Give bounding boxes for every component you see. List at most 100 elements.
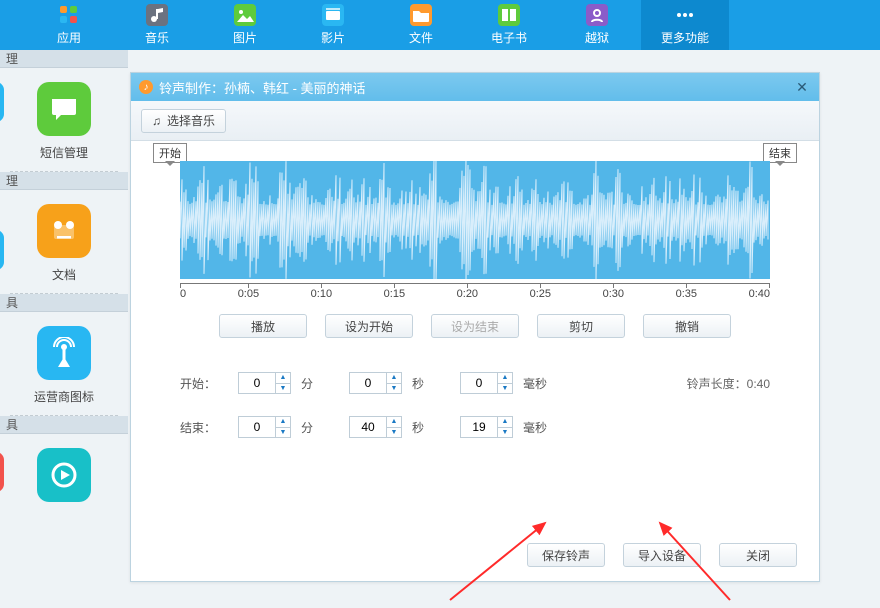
doc-icon (37, 204, 91, 258)
start-ms-input[interactable] (461, 373, 497, 393)
sidebar-group-label: 具 (0, 294, 128, 312)
tick: 0:30 (603, 288, 624, 300)
close-icon[interactable]: ✕ (793, 78, 811, 96)
tile-label: 文档 (52, 266, 76, 283)
end-sec-spinner[interactable]: ▲▼ (349, 416, 402, 438)
start-sec-spinner[interactable]: ▲▼ (349, 372, 402, 394)
spin-down-icon[interactable]: ▼ (498, 428, 512, 438)
end-min-spinner[interactable]: ▲▼ (238, 416, 291, 438)
save-ringtone-button[interactable]: 保存铃声 (527, 543, 605, 567)
close-button[interactable]: 关闭 (719, 543, 797, 567)
video-icon (322, 4, 344, 26)
nav-label: 应用 (57, 29, 81, 46)
unit-ms: 毫秒 (523, 419, 561, 436)
tile-label: 运营商图标 (34, 388, 94, 405)
tick: 0:05 (238, 288, 259, 300)
waveform[interactable] (180, 161, 770, 279)
dialog-title: 铃声制作：孙楠、韩红 - 美丽的神话 (159, 78, 366, 97)
nav-ebook[interactable]: 电子书 (465, 0, 553, 50)
play-button[interactable]: 播放 (219, 314, 307, 338)
tick: 0:35 (676, 288, 697, 300)
end-marker[interactable]: 结束 (763, 143, 797, 163)
set-end-button[interactable]: 设为结束 (431, 314, 519, 338)
spin-down-icon[interactable]: ▼ (276, 384, 290, 394)
nav-label: 文件 (409, 29, 433, 46)
nav-video[interactable]: 影片 (289, 0, 377, 50)
end-ms-input[interactable] (461, 417, 497, 437)
start-sec-input[interactable] (350, 373, 386, 393)
action-button-row: 播放 设为开始 设为结束 剪切 撤销 (180, 314, 770, 338)
nav-apps[interactable]: 应用 (25, 0, 113, 50)
tick: 0:40 (749, 288, 770, 300)
start-min-input[interactable] (239, 373, 275, 393)
end-min-input[interactable] (239, 417, 275, 437)
unit-sec: 秒 (412, 419, 450, 436)
music-icon (146, 4, 168, 26)
tick: 0:10 (311, 288, 332, 300)
nav-jailbreak[interactable]: 越狱 (553, 0, 641, 50)
ringtone-dialog: ♪ 铃声制作：孙楠、韩红 - 美丽的神话 ✕ ♫ 选择音乐 开始 结束 (130, 72, 820, 582)
spin-up-icon[interactable]: ▲ (276, 417, 290, 428)
spin-up-icon[interactable]: ▲ (276, 373, 290, 384)
sidebar-group-label: 理 (0, 172, 128, 190)
music-note-icon: ♫ (152, 114, 161, 128)
tick: 0:20 (457, 288, 478, 300)
sidebar-group-label: 理 (0, 50, 128, 68)
start-min-spinner[interactable]: ▲▼ (238, 372, 291, 394)
nav-label: 图片 (233, 29, 257, 46)
tick: 0:25 (530, 288, 551, 300)
app-badge-icon: ♪ (139, 80, 153, 94)
sms-icon (37, 82, 91, 136)
start-ms-spinner[interactable]: ▲▼ (460, 372, 513, 394)
tile-carrier[interactable]: 运营商图标 (0, 312, 128, 415)
spin-down-icon[interactable]: ▼ (498, 384, 512, 394)
unit-ms: 毫秒 (523, 375, 561, 392)
tile-play[interactable] (0, 434, 128, 502)
set-start-button[interactable]: 设为开始 (325, 314, 413, 338)
carrier-icon (37, 326, 91, 380)
nav-label: 电子书 (491, 29, 527, 46)
tick: 0 (180, 288, 186, 300)
undo-button[interactable]: 撤销 (643, 314, 731, 338)
play-icon (37, 448, 91, 502)
more-icon (674, 4, 696, 26)
cut-button[interactable]: 剪切 (537, 314, 625, 338)
sidebar-group-label: 具 (0, 416, 128, 434)
sidebar-edge-tile[interactable] (0, 82, 4, 122)
time-inputs: 开始： ▲▼ 分 ▲▼ 秒 ▲▼ 毫秒 铃声长度：0:40 结束： ▲▼ 分 ▲… (180, 372, 770, 438)
nav-file[interactable]: 文件 (377, 0, 465, 50)
button-label: 选择音乐 (167, 112, 215, 129)
tile-doc[interactable]: 文档 (0, 190, 128, 293)
select-music-button[interactable]: ♫ 选择音乐 (141, 109, 226, 133)
file-icon (410, 4, 432, 26)
dialog-toolbar: ♫ 选择音乐 (131, 101, 819, 141)
spin-down-icon[interactable]: ▼ (276, 428, 290, 438)
tile-sms[interactable]: 短信管理 (0, 68, 128, 171)
sidebar-edge-tile[interactable] (0, 452, 4, 492)
start-marker[interactable]: 开始 (153, 143, 187, 163)
spin-up-icon[interactable]: ▲ (387, 417, 401, 428)
sidebar-edge-tile[interactable] (0, 230, 4, 270)
end-sec-input[interactable] (350, 417, 386, 437)
jailbreak-icon (586, 4, 608, 26)
nav-music[interactable]: 音乐 (113, 0, 201, 50)
nav-label: 影片 (321, 29, 345, 46)
unit-sec: 秒 (412, 375, 450, 392)
photo-icon (234, 4, 256, 26)
nav-label: 更多功能 (661, 29, 709, 46)
spin-up-icon[interactable]: ▲ (387, 373, 401, 384)
unit-min: 分 (301, 375, 339, 392)
start-label: 开始： (180, 375, 228, 392)
nav-label: 音乐 (145, 29, 169, 46)
spin-down-icon[interactable]: ▼ (387, 428, 401, 438)
end-ms-spinner[interactable]: ▲▼ (460, 416, 513, 438)
unit-min: 分 (301, 419, 339, 436)
spin-down-icon[interactable]: ▼ (387, 384, 401, 394)
apps-icon (58, 4, 80, 26)
nav-photo[interactable]: 图片 (201, 0, 289, 50)
spin-up-icon[interactable]: ▲ (498, 373, 512, 384)
nav-more[interactable]: 更多功能 (641, 0, 729, 50)
import-device-button[interactable]: 导入设备 (623, 543, 701, 567)
spin-up-icon[interactable]: ▲ (498, 417, 512, 428)
tile-label: 短信管理 (40, 144, 88, 161)
